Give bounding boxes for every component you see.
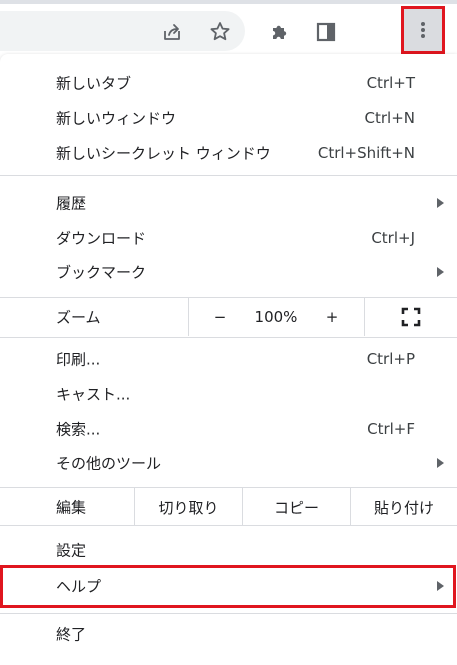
- menu-item-downloads[interactable]: ダウンロード Ctrl+J: [0, 221, 457, 255]
- submenu-arrow-icon: [437, 267, 444, 277]
- menu-item-cast[interactable]: キャスト...: [0, 377, 457, 411]
- menu-item-shortcut: Ctrl+N: [364, 109, 415, 127]
- help-highlight-box: [0, 565, 456, 608]
- menu-item-label: ブックマーク: [56, 263, 147, 282]
- bookmark-star-icon[interactable]: [204, 16, 236, 48]
- menu-item-history[interactable]: 履歴: [0, 186, 457, 220]
- more-vert-icon[interactable]: [407, 14, 439, 46]
- menu-item-label: 検索...: [56, 420, 101, 439]
- menu-item-print[interactable]: 印刷... Ctrl+P: [0, 342, 457, 376]
- menu-item-label: 終了: [56, 625, 87, 644]
- menu-item-settings[interactable]: 設定: [0, 533, 457, 567]
- extensions-puzzle-icon[interactable]: [264, 16, 296, 48]
- browser-toolbar: [0, 0, 457, 62]
- zoom-divider: [188, 298, 189, 336]
- fullscreen-icon[interactable]: [401, 307, 421, 331]
- zoom-divider: [364, 298, 365, 336]
- zoom-out-button[interactable]: −: [214, 308, 227, 326]
- copy-button[interactable]: コピー: [243, 488, 350, 526]
- edit-label: 編集: [56, 498, 87, 517]
- menu-item-label: 履歴: [56, 194, 87, 213]
- side-panel-icon[interactable]: [310, 16, 342, 48]
- menu-item-shortcut: Ctrl+P: [366, 350, 415, 368]
- menu-separator: [0, 175, 457, 176]
- submenu-arrow-icon: [437, 198, 444, 208]
- menu-item-new-incognito-window[interactable]: 新しいシークレット ウィンドウ Ctrl+Shift+N: [0, 136, 457, 170]
- menu-item-exit[interactable]: 終了: [0, 617, 457, 651]
- menu-item-new-window[interactable]: 新しいウィンドウ Ctrl+N: [0, 101, 457, 135]
- submenu-arrow-icon: [437, 458, 444, 468]
- menu-item-bookmarks[interactable]: ブックマーク: [0, 255, 457, 289]
- menu-item-shortcut: Ctrl+F: [367, 420, 415, 438]
- menu-item-label: 印刷...: [56, 350, 101, 369]
- menu-separator: [0, 337, 457, 338]
- menu-item-shortcut: Ctrl+J: [371, 229, 415, 247]
- share-icon[interactable]: [156, 16, 188, 48]
- menu-item-label: その他のツール: [56, 454, 162, 473]
- paste-button[interactable]: 貼り付け: [351, 488, 457, 526]
- menu-item-label: キャスト...: [56, 385, 131, 404]
- cut-button[interactable]: 切り取り: [135, 488, 242, 526]
- menu-item-label: 新しいシークレット ウィンドウ: [56, 144, 271, 163]
- menu-item-new-tab[interactable]: 新しいタブ Ctrl+T: [0, 66, 457, 100]
- menu-item-label: 新しいウィンドウ: [56, 109, 177, 128]
- menu-item-label: ダウンロード: [56, 229, 147, 248]
- zoom-label: ズーム: [56, 308, 101, 327]
- zoom-in-button[interactable]: +: [326, 308, 339, 326]
- menu-item-shortcut: Ctrl+T: [366, 74, 415, 92]
- menu-item-find[interactable]: 検索... Ctrl+F: [0, 412, 457, 446]
- menu-item-label: 新しいタブ: [56, 74, 132, 93]
- toolbar-top-edge: [0, 0, 457, 4]
- menu-separator: [0, 525, 457, 526]
- edit-row: 編集 切り取り コピー 貼り付け: [0, 488, 457, 526]
- menu-separator: [0, 613, 457, 614]
- menu-item-label: 設定: [56, 541, 87, 560]
- menu-item-shortcut: Ctrl+Shift+N: [317, 144, 415, 162]
- zoom-value: 100%: [254, 308, 298, 326]
- zoom-row: ズーム − 100% +: [0, 298, 457, 336]
- menu-item-more-tools[interactable]: その他のツール: [0, 446, 457, 480]
